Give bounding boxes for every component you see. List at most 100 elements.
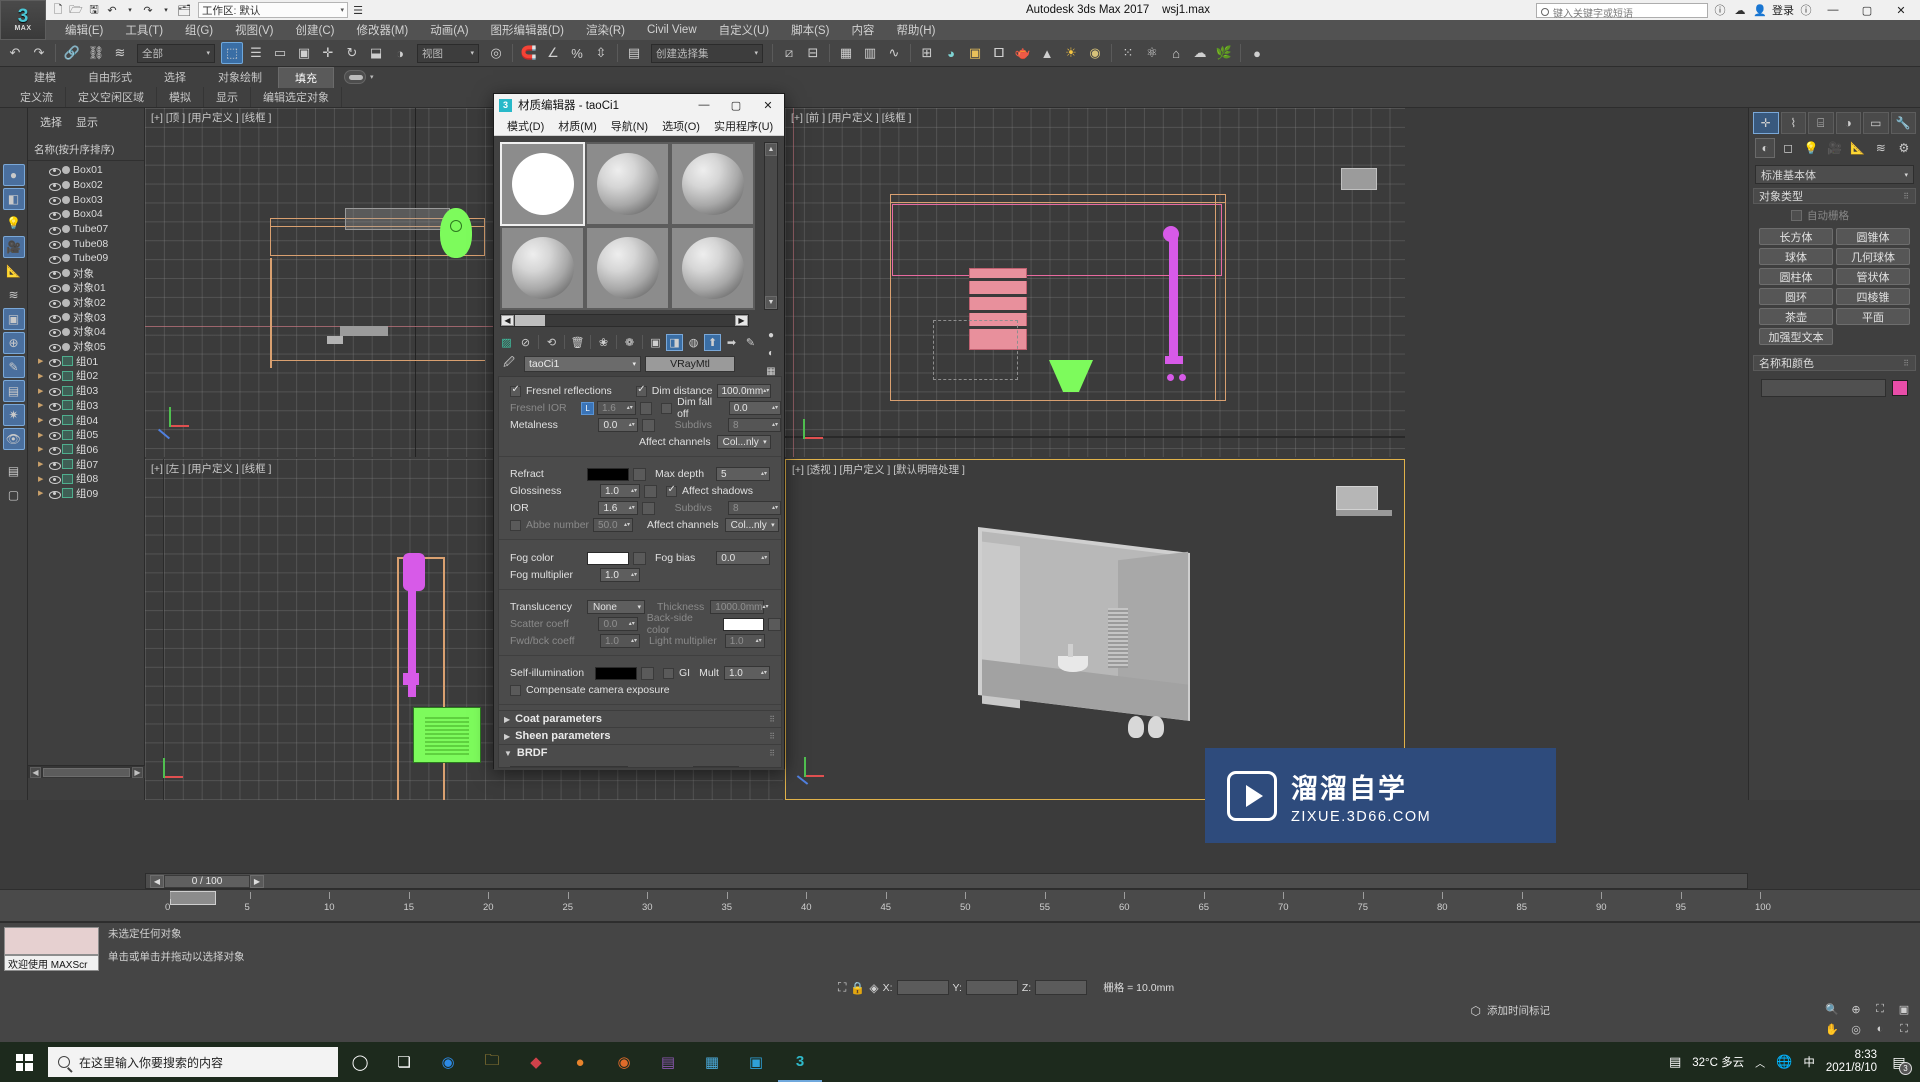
time-slider-handle[interactable]: [170, 891, 216, 905]
redo-dropdown-icon[interactable]: ▾: [158, 2, 174, 18]
menu-item-3[interactable]: 视图(V): [224, 20, 284, 40]
calc-button[interactable]: ▦: [690, 1042, 734, 1082]
app-orange-button[interactable]: ●: [558, 1042, 602, 1082]
ribbon-sub-display[interactable]: 显示: [204, 87, 251, 107]
create-tab[interactable]: ✛: [1753, 112, 1779, 134]
select-object-icon[interactable]: ⬚: [221, 42, 243, 64]
undo-dropdown-icon[interactable]: ▾: [122, 2, 138, 18]
firefox-button[interactable]: ◉: [602, 1042, 646, 1082]
glossiness-spinner[interactable]: 1.0 ▴▾: [600, 484, 640, 498]
reset-map-material-icon[interactable]: ⟲: [543, 334, 560, 351]
help-circle-icon[interactable]: ⓘ: [1712, 2, 1728, 18]
filter-particles-icon[interactable]: ✷: [2, 404, 25, 426]
ribbon-tab-modeling[interactable]: 建模: [18, 67, 72, 87]
file-explorer-button[interactable]: 🗀: [470, 1042, 514, 1082]
login-link[interactable]: 登录: [1772, 2, 1794, 18]
fwd-bck-coeff-spinner[interactable]: 1.0 ▴▾: [600, 634, 640, 648]
menu-item-11[interactable]: 脚本(S): [780, 20, 840, 40]
sample-slots-hscrollbar[interactable]: ◀ ▶: [500, 314, 749, 327]
mult-spinner[interactable]: 1.0 ▴▾: [723, 666, 770, 680]
render-setup-cone-icon[interactable]: ▲: [1036, 42, 1058, 64]
me-close-button[interactable]: ✕: [752, 94, 784, 116]
material-slot-2[interactable]: [585, 142, 670, 226]
object-color-swatch[interactable]: [1892, 380, 1908, 396]
visibility-eye-icon[interactable]: [49, 327, 61, 338]
lights-icon[interactable]: 💡: [1801, 138, 1821, 158]
filter-helpers-icon[interactable]: 📐: [3, 260, 25, 282]
zoom-region-icon[interactable]: ▣: [1894, 1000, 1914, 1018]
atom-icon[interactable]: ⚛: [1141, 42, 1163, 64]
geometry-icon[interactable]: ◐: [1755, 138, 1776, 158]
dim-fall-off-checkbox[interactable]: [661, 402, 673, 414]
search-input[interactable]: 键入关键字或短语: [1536, 2, 1708, 20]
coat-parameters-rollout[interactable]: ▶ Coat parameters ⠿: [499, 710, 781, 727]
visibility-eye-icon[interactable]: [49, 488, 61, 499]
explorer-item-Tube08[interactable]: Tube08: [28, 236, 144, 251]
news-interests-icon[interactable]: ▤: [1669, 1054, 1681, 1070]
ribbon-sub-idle-area[interactable]: 定义空闲区域: [66, 87, 157, 107]
back-side-color-map-button[interactable]: [768, 617, 781, 631]
current-frame-display[interactable]: 0 / 100: [164, 874, 250, 888]
pan-icon[interactable]: ✋: [1822, 1020, 1842, 1038]
scroll-down-icon[interactable]: ▼: [765, 296, 777, 309]
explorer-item-对象01[interactable]: 对象01: [28, 281, 144, 296]
assign-material-to-selection-icon[interactable]: ⊘: [517, 334, 534, 351]
show-realistic-material-icon[interactable]: ◨: [666, 333, 683, 351]
subdivs-refr-spinner[interactable]: 8 ▴▾: [727, 501, 781, 515]
explorer-item-对象03[interactable]: 对象03: [28, 310, 144, 325]
snap-toggle-icon[interactable]: 🧲: [518, 42, 540, 64]
particle-array-icon[interactable]: ⁙: [1117, 42, 1139, 64]
object-category-dropdown[interactable]: 标准基本体 ▾: [1755, 165, 1914, 184]
menu-item-5[interactable]: 修改器(M): [345, 20, 419, 40]
create-button-管状体[interactable]: 管状体: [1836, 268, 1910, 285]
menu-item-12[interactable]: 内容: [840, 20, 885, 40]
spinner-snap-icon[interactable]: ⇳: [590, 42, 612, 64]
viewport-front-label[interactable]: [+] [前 ] [用户定义 ] [线框 ]: [791, 110, 911, 125]
fresnel-ior-map-button[interactable]: [639, 401, 653, 415]
space-warps-icon[interactable]: ≋: [1871, 138, 1891, 158]
material-name-input[interactable]: taoCi1 ▾: [524, 355, 641, 372]
taskbar-clock[interactable]: 8:33 2021/8/10: [1826, 1049, 1877, 1075]
explorer-item-对象04[interactable]: 对象04: [28, 325, 144, 340]
anisotropy-map-button[interactable]: [742, 766, 756, 767]
explorer-item-对象05[interactable]: 对象05: [28, 339, 144, 354]
schematic-view-icon[interactable]: ⊞: [916, 42, 938, 64]
filter-containers-icon[interactable]: ▤: [2, 380, 25, 402]
create-button-几何球体[interactable]: 几何球体: [1836, 248, 1910, 265]
menu-item-4[interactable]: 创建(C): [284, 20, 345, 40]
fog-color-swatch[interactable]: [587, 551, 629, 565]
me-menu-utilities[interactable]: 实用程序(U): [707, 116, 780, 136]
angle-snap-icon[interactable]: ∠: [542, 42, 564, 64]
new-file-icon[interactable]: 🗋: [50, 2, 66, 18]
autogrid-checkbox[interactable]: [1791, 210, 1802, 221]
lock-selection-icon[interactable]: 🔒: [850, 981, 865, 995]
expand-arrow-icon[interactable]: ▶: [38, 416, 46, 424]
redo-icon[interactable]: ↷: [140, 2, 156, 18]
hscroll-left-icon[interactable]: ◀: [501, 315, 514, 326]
environment-icon[interactable]: ◉: [1084, 42, 1106, 64]
expand-arrow-icon[interactable]: ▶: [38, 357, 46, 365]
material-slot-3[interactable]: [670, 142, 755, 226]
photoshop-button[interactable]: ▣: [734, 1042, 778, 1082]
delete-icon[interactable]: 🗑: [569, 334, 586, 351]
weather-status[interactable]: 32°C 多云: [1692, 1054, 1744, 1070]
visibility-eye-icon[interactable]: [49, 180, 61, 191]
fresnel-ior-lock-icon[interactable]: L: [581, 401, 594, 415]
explorer-column-header[interactable]: 名称(按升序排序): [28, 134, 144, 161]
align-icon[interactable]: ⊟: [802, 42, 824, 64]
taskbar-search-input[interactable]: 在这里输入你要搜索的内容: [48, 1047, 338, 1077]
select-by-name-icon[interactable]: ☰: [245, 42, 267, 64]
hierarchy-tab[interactable]: ⌸: [1808, 112, 1834, 134]
back-side-color-swatch[interactable]: [723, 617, 765, 631]
display-tab[interactable]: ▭: [1863, 112, 1889, 134]
selection-lock-icon[interactable]: ◈: [869, 981, 878, 995]
link-icon[interactable]: 🔗: [61, 42, 83, 64]
menu-item-9[interactable]: Civil View: [636, 22, 708, 38]
scroll-left-icon[interactable]: ◀: [30, 766, 41, 778]
brdf-type-dropdown[interactable]: Microfacet GTR (GGX) ▾: [510, 766, 628, 767]
undo-icon[interactable]: ↶: [4, 42, 26, 64]
explorer-item-Tube09[interactable]: Tube09: [28, 251, 144, 266]
pivot-center-icon[interactable]: ◎: [485, 42, 507, 64]
fog-bias-spinner[interactable]: 0.0 ▴▾: [716, 551, 771, 565]
explorer-item-组01[interactable]: ▶ 组01: [28, 354, 144, 369]
